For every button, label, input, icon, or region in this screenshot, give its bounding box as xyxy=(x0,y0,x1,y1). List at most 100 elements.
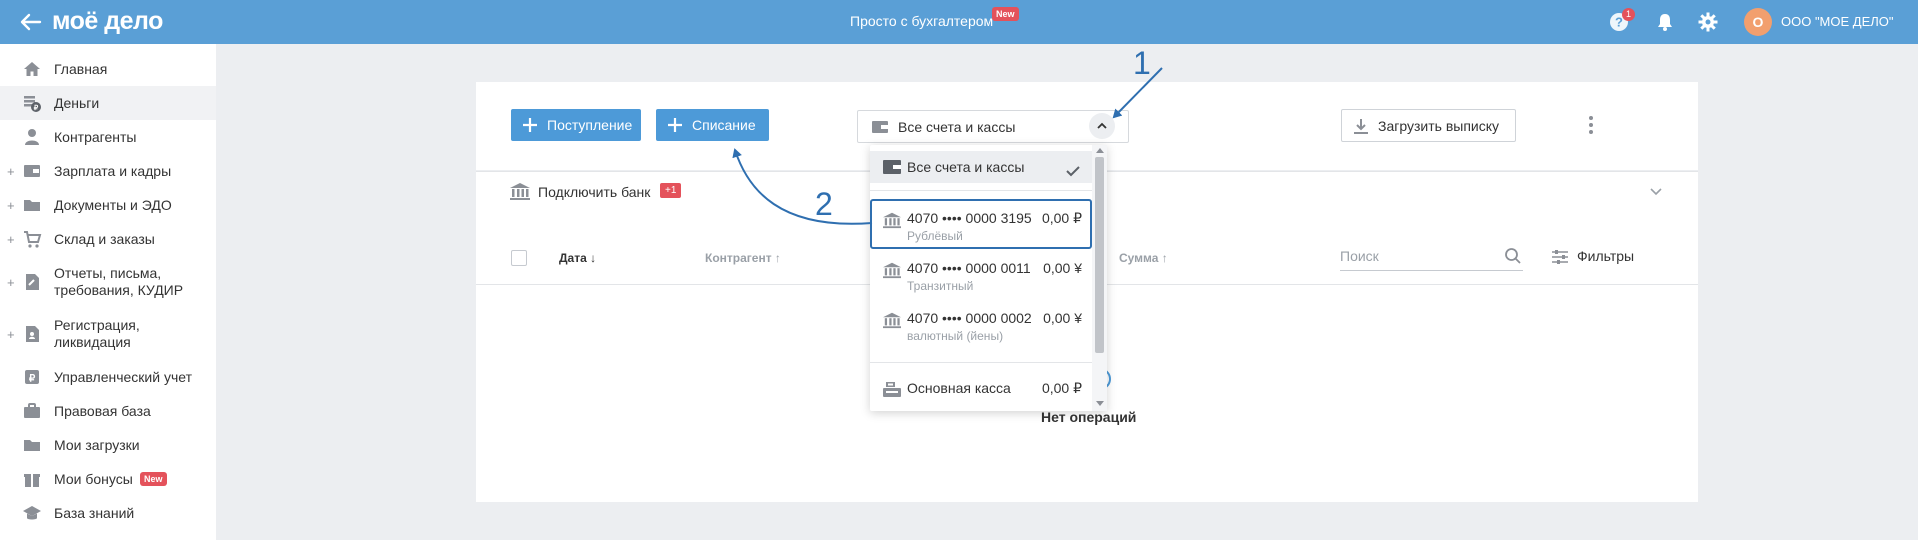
upload-statement-label: Загрузить выписку xyxy=(1378,118,1499,134)
account-amount: 0,00 ¥ xyxy=(1043,310,1082,326)
wallet-icon xyxy=(872,121,888,133)
sidebar-item-home[interactable]: Главная xyxy=(0,52,216,86)
annotation-number-2: 2 xyxy=(815,186,833,222)
center-title[interactable]: Просто с бухгалтером xyxy=(850,13,993,29)
account-amount: 0,00 ¥ xyxy=(1043,260,1082,276)
dropdown-item-account[interactable]: 4070 •••• 0000 0002 0,00 ¥ валютный (йен… xyxy=(870,301,1092,351)
add-income-button[interactable]: Поступление xyxy=(511,109,641,141)
sidebar-item-label: Деньги xyxy=(54,95,100,111)
upload-statement-button[interactable]: Загрузить выписку xyxy=(1341,109,1516,142)
dropdown-item-label: Все счета и кассы xyxy=(907,159,1025,175)
logo[interactable]: моё дело xyxy=(52,7,163,36)
management-icon: ₽ xyxy=(25,370,39,385)
account-number: 4070 •••• 0000 0002 xyxy=(907,310,1032,326)
account-type: Рублёвый xyxy=(907,229,963,243)
sidebar-item-label-line2: требования, КУДИР xyxy=(54,282,184,298)
expand-plus-icon[interactable]: + xyxy=(7,164,15,179)
gear-icon[interactable] xyxy=(1697,11,1719,33)
avatar[interactable]: О xyxy=(1744,8,1772,36)
account-number: 4070 •••• 0000 3195 xyxy=(907,210,1032,226)
sidebar-item-label: Главная xyxy=(54,61,108,77)
payroll-icon xyxy=(24,165,40,177)
sidebar-item-label: База знаний xyxy=(54,505,135,521)
select-all-checkbox[interactable] xyxy=(511,250,527,266)
sidebar-item-contractors[interactable]: Контрагенты xyxy=(0,120,216,154)
registration-icon xyxy=(26,326,39,342)
sidebar-item-payroll[interactable]: + Зарплата и кадры xyxy=(0,154,216,188)
account-select-toggle[interactable] xyxy=(1089,113,1115,139)
sidebar-item-label: Правовая база xyxy=(54,403,151,419)
svg-text:₽: ₽ xyxy=(29,374,36,385)
column-header-date[interactable]: Дата ↓ xyxy=(559,251,596,265)
contractors-icon xyxy=(25,129,39,145)
legal-icon xyxy=(24,403,40,418)
sidebar-item-label: Контрагенты xyxy=(54,129,137,145)
download-icon xyxy=(1354,119,1368,134)
dropdown-item-cash[interactable]: Основная касса 0,00 ₽ xyxy=(870,371,1092,405)
scroll-down-icon[interactable] xyxy=(1096,401,1104,407)
sidebar-item-documents[interactable]: + Документы и ЭДО xyxy=(0,188,216,222)
account-type: Транзитный xyxy=(907,279,974,293)
bank-icon xyxy=(883,262,901,279)
column-header-amount[interactable]: Сумма ↑ xyxy=(1119,251,1168,265)
sidebar-item-money[interactable]: ₽ Деньги xyxy=(0,86,216,120)
dropdown-scrollbar-thumb[interactable] xyxy=(1095,157,1104,353)
bell-icon[interactable] xyxy=(1654,11,1676,33)
add-expense-label: Списание xyxy=(692,117,756,133)
new-badge: New xyxy=(992,7,1019,21)
sidebar: Главная ₽ Деньги Контрагенты + Зарплата … xyxy=(0,44,216,540)
cash-name: Основная касса xyxy=(907,380,1011,396)
sidebar-item-label-line2: ликвидация xyxy=(54,334,131,350)
sidebar-item-reports[interactable]: + Отчеты, письма, требования, КУДИР xyxy=(0,256,216,308)
connect-bank-link[interactable]: Подключить банк xyxy=(538,184,650,200)
account-amount: 0,00 ₽ xyxy=(1041,210,1082,226)
bonus-icon xyxy=(24,474,40,487)
bank-icon xyxy=(883,312,901,329)
expand-plus-icon[interactable]: + xyxy=(7,232,15,247)
account-type: валютный (йены) xyxy=(907,329,1004,343)
sidebar-item-legal[interactable]: Правовая база xyxy=(0,394,216,428)
home-icon xyxy=(24,62,40,76)
sidebar-item-knowledge[interactable]: База знаний xyxy=(0,496,216,530)
filters-label: Фильтры xyxy=(1577,248,1635,264)
more-options-icon[interactable] xyxy=(1584,114,1598,136)
filter-sliders-icon xyxy=(1552,250,1568,264)
sidebar-item-management[interactable]: ₽ Управленческий учет xyxy=(0,360,216,394)
add-expense-button[interactable]: Списание xyxy=(656,109,769,141)
expand-plus-icon[interactable]: + xyxy=(7,275,15,290)
check-icon xyxy=(1066,166,1080,177)
org-name[interactable]: ООО "МОЕ ДЕЛО" xyxy=(1781,14,1894,29)
annotation-number-1: 1 xyxy=(1133,45,1151,81)
account-number: 4070 •••• 0000 0011 xyxy=(907,260,1031,276)
top-bar: моё дело Просто с бухгалтером New ? 1 О … xyxy=(0,0,1918,44)
chevron-down-icon[interactable] xyxy=(1649,184,1663,198)
wallet-icon xyxy=(883,160,901,174)
dropdown-item-all[interactable]: Все счета и кассы xyxy=(870,151,1092,183)
dropdown-item-account[interactable]: 4070 •••• 0000 0011 0,00 ¥ Транзитный xyxy=(870,251,1092,301)
divider xyxy=(870,190,1092,191)
sidebar-item-label: Склад и заказы xyxy=(54,231,155,247)
column-header-contractor[interactable]: Контрагент ↑ xyxy=(705,251,781,265)
search-input[interactable] xyxy=(1340,244,1490,268)
expand-plus-icon[interactable]: + xyxy=(7,327,15,342)
sidebar-item-uploads[interactable]: Мои загрузки xyxy=(0,428,216,462)
bank-icon xyxy=(510,183,530,200)
sidebar-item-registration[interactable]: + Регистрация, ликвидация xyxy=(0,308,216,360)
chevron-up-icon xyxy=(1097,122,1107,129)
reports-icon xyxy=(26,274,39,290)
expand-plus-icon[interactable]: + xyxy=(7,198,15,213)
scroll-up-icon[interactable] xyxy=(1096,147,1104,153)
dropdown-item-account[interactable]: 4070 •••• 0000 3195 0,00 ₽ Рублёвый xyxy=(870,199,1092,249)
warehouse-icon xyxy=(24,231,42,248)
sidebar-item-label-line1: Отчеты, письма, xyxy=(54,265,162,281)
back-arrow-icon[interactable] xyxy=(18,9,44,35)
search-icon[interactable] xyxy=(1504,247,1522,265)
knowledge-icon xyxy=(23,506,41,520)
sidebar-item-label-line1: Регистрация, xyxy=(54,317,140,333)
sidebar-item-label: Управленческий учет xyxy=(54,369,192,385)
account-select-value: Все счета и кассы xyxy=(898,119,1016,135)
divider xyxy=(870,362,1092,363)
sidebar-item-bonus[interactable]: Мои бонусы New xyxy=(0,462,216,496)
uploads-icon xyxy=(24,440,40,451)
sidebar-item-warehouse[interactable]: + Склад и заказы xyxy=(0,222,216,256)
